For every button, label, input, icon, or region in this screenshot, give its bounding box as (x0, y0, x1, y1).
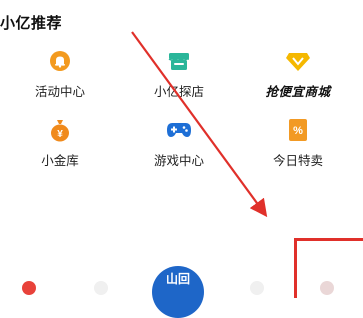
grid-item-store-explore[interactable]: 小亿探店 (124, 48, 234, 108)
bottom-nav-icon[interactable] (94, 281, 108, 295)
gamepad-icon (166, 117, 192, 143)
grid-item-label: 抢便宜商城 (265, 84, 331, 99)
grid-item-label: 小亿探店 (153, 84, 204, 99)
grid-item-vault[interactable]: ¥ 小金库 (5, 117, 115, 177)
annotation-box (294, 238, 363, 298)
svg-text:%: % (293, 125, 303, 137)
bottom-nav-icon[interactable] (22, 281, 36, 295)
grid-item-activity-center[interactable]: 活动中心 (5, 48, 115, 108)
grid-item-daily-sale[interactable]: % 今日特卖 (243, 117, 353, 177)
diamond-icon (285, 48, 311, 74)
bell-icon (47, 48, 73, 74)
bottom-nav-center-label: 山回 (165, 272, 190, 286)
percent-tag-icon: % (285, 117, 311, 143)
grid-item-label: 活动中心 (34, 84, 85, 99)
grid-item-label: 小金库 (41, 153, 79, 168)
bottom-nav-center-button[interactable]: 山回 (152, 266, 204, 318)
grid-item-bargain-mall[interactable]: 抢便宜商城 (243, 48, 353, 108)
bottom-nav-icon[interactable] (250, 281, 264, 295)
grid-item-label: 游戏中心 (153, 153, 204, 168)
grid-item-game-center[interactable]: 游戏中心 (124, 117, 234, 177)
store-icon (166, 48, 192, 74)
grid-item-label: 今日特卖 (272, 153, 323, 168)
money-bag-icon: ¥ (47, 117, 73, 143)
svg-text:¥: ¥ (57, 129, 63, 140)
